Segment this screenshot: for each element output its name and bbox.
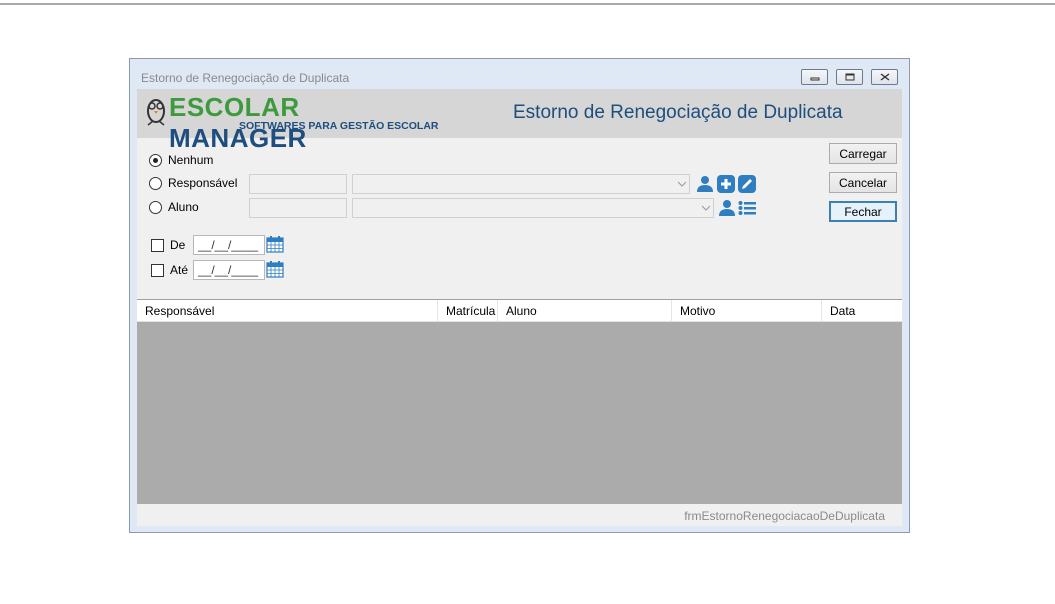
column-header-data[interactable]: Data — [822, 300, 902, 322]
checkbox-box — [151, 238, 164, 252]
checkbox-label: De — [170, 238, 186, 252]
main-window: Estorno de Renegociação de Duplicata ESC… — [129, 58, 910, 533]
aluno-combo[interactable] — [352, 198, 714, 218]
header-banner: ESCOLAR MANAGER SOFTWARES PARA GESTÃO ES… — [137, 89, 902, 153]
checkbox-ate[interactable]: Até — [151, 263, 188, 277]
form-client-area: ESCOLAR MANAGER SOFTWARES PARA GESTÃO ES… — [137, 89, 902, 526]
add-icon[interactable] — [717, 175, 735, 193]
calendar-icon[interactable] — [266, 235, 284, 253]
title-bar: Estorno de Renegociação de Duplicata — [130, 59, 909, 89]
window-title: Estorno de Renegociação de Duplicata — [141, 71, 350, 85]
radio-dot — [149, 176, 162, 190]
date-ate-input[interactable]: __/__/____ — [193, 260, 265, 280]
column-header-motivo[interactable]: Motivo — [672, 300, 822, 322]
close-icon — [880, 73, 889, 81]
status-bar: frmEstornoRenegociacaoDeDuplicata — [137, 504, 902, 526]
column-header-responsavel[interactable]: Responsável — [137, 300, 438, 322]
radio-label: Nenhum — [168, 153, 214, 167]
responsavel-combo[interactable] — [352, 174, 690, 194]
carregar-button[interactable]: Carregar — [829, 143, 897, 164]
close-button[interactable] — [871, 69, 898, 85]
minimize-icon — [810, 77, 819, 81]
checkbox-de[interactable]: De — [151, 238, 185, 252]
responsavel-code-input[interactable] — [249, 174, 347, 194]
column-header-aluno[interactable]: Aluno — [498, 300, 672, 322]
date-de-input[interactable]: __/__/____ — [193, 235, 265, 255]
cancelar-button[interactable]: Cancelar — [829, 172, 897, 193]
escolar-manager-logo: ESCOLAR MANAGER SOFTWARES PARA GESTÃO ES… — [145, 92, 445, 153]
person-icon[interactable] — [718, 199, 736, 217]
minimize-button[interactable] — [801, 69, 828, 85]
radio-label: Responsável — [168, 176, 238, 190]
form-name-label: frmEstornoRenegociacaoDeDuplicata — [684, 509, 885, 523]
form-title: Estorno de Renegociação de Duplicata — [513, 102, 843, 123]
radio-dot — [149, 153, 162, 167]
edit-icon[interactable] — [738, 175, 756, 193]
radio-label: Aluno — [168, 200, 199, 214]
fechar-button[interactable]: Fechar — [829, 201, 897, 222]
top-border-line — [0, 0, 1055, 5]
checkbox-label: Até — [170, 263, 189, 277]
column-header-matricula[interactable]: Matrícula — [438, 300, 498, 322]
radio-nenhum[interactable]: Nenhum — [149, 153, 213, 167]
results-grid[interactable]: Responsável Matrícula Aluno Motivo Data — [137, 299, 902, 504]
radio-responsavel[interactable]: Responsável — [149, 176, 237, 190]
checkbox-box — [151, 263, 164, 277]
maximize-button[interactable] — [836, 69, 863, 85]
radio-aluno[interactable]: Aluno — [149, 200, 199, 214]
list-icon[interactable] — [738, 199, 756, 217]
aluno-code-input[interactable] — [249, 198, 347, 218]
chevron-down-icon — [701, 205, 711, 211]
chevron-down-icon — [677, 181, 687, 187]
grid-header: Responsável Matrícula Aluno Motivo Data — [137, 300, 902, 322]
person-icon[interactable] — [696, 175, 714, 193]
radio-dot — [149, 200, 162, 214]
owl-icon — [147, 99, 165, 126]
logo-tagline: SOFTWARES PARA GESTÃO ESCOLAR — [239, 120, 439, 132]
maximize-icon — [845, 73, 854, 81]
calendar-icon[interactable] — [266, 260, 284, 278]
